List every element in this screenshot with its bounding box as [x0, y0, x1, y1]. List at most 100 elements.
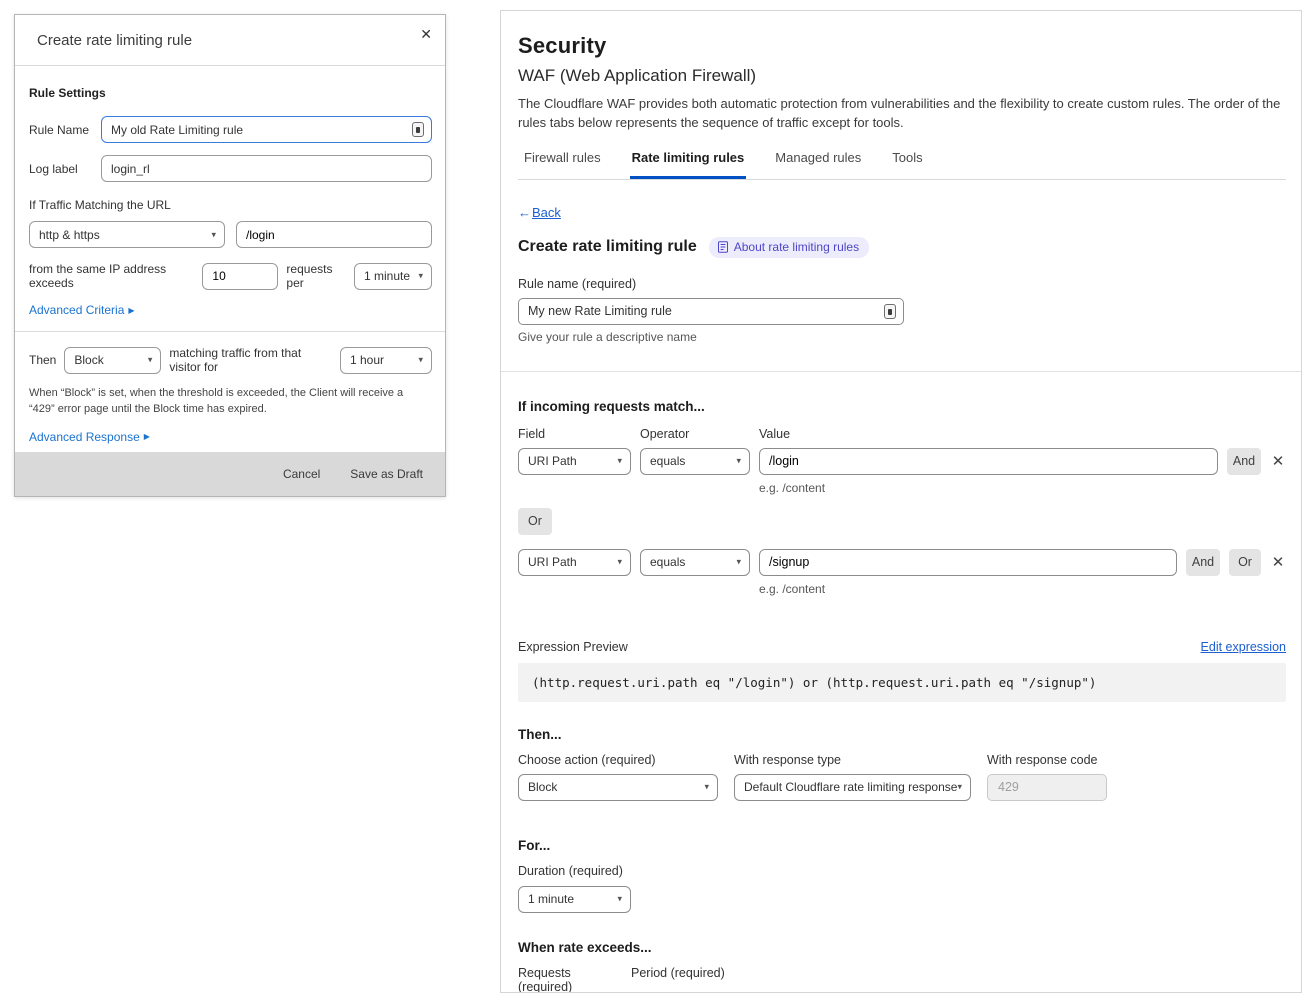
match-row-1: Field Operator Value URI Path ▾ equals ▾… — [518, 427, 1286, 495]
then-heading: Then... — [518, 727, 1286, 742]
field-column-label: Field — [518, 427, 631, 441]
remove-rule-icon[interactable]: ✕ — [1270, 454, 1286, 469]
ban-duration-select[interactable]: 1 hour ▾ — [340, 347, 432, 374]
back-link[interactable]: ←Back — [518, 205, 561, 220]
threshold-requests-input[interactable] — [202, 263, 278, 290]
operator-column-label: Operator — [640, 427, 750, 441]
log-label-input[interactable] — [101, 155, 432, 182]
value-helper: e.g. /content — [759, 481, 1218, 495]
choose-action-label: Choose action (required) — [518, 753, 718, 767]
scheme-select[interactable]: http & https ▾ — [29, 221, 225, 248]
choose-action-select[interactable]: Block ▾ — [518, 774, 718, 801]
edit-expression-link[interactable]: Edit expression — [1201, 640, 1286, 654]
rule-name-input[interactable] — [101, 116, 432, 143]
waf-tabs: Firewall rules Rate limiting rules Manag… — [518, 150, 1286, 180]
chevron-down-icon: ▾ — [704, 782, 709, 793]
and-button[interactable]: And — [1227, 448, 1261, 475]
threshold-row: from the same IP address exceeds request… — [29, 262, 432, 290]
response-type-select[interactable]: Default Cloudflare rate limiting respons… — [734, 774, 971, 801]
document-icon — [717, 241, 729, 253]
modal-header: Create rate limiting rule ✕ — [15, 15, 445, 66]
match-row-2: URI Path ▾ equals ▾ And Or ✕ e.g. /conte… — [518, 549, 1286, 596]
duration-label: Duration (required) — [518, 864, 1286, 878]
rule-name-block: Rule name (required) Give your rule a de… — [518, 277, 1286, 344]
rule-name-input[interactable] — [518, 298, 904, 325]
for-section: For... Duration (required) 1 minute ▾ — [518, 838, 1286, 913]
autofill-icon[interactable] — [884, 304, 896, 319]
then-label: Then — [29, 353, 56, 367]
then-section: Then... Choose action (required) Block ▾… — [518, 727, 1286, 801]
modal-title: Create rate limiting rule — [37, 32, 192, 49]
cancel-button[interactable]: Cancel — [283, 467, 320, 481]
operator-select[interactable]: equals ▾ — [640, 549, 750, 576]
threshold-middle-text: requests per — [286, 262, 346, 290]
create-rule-heading: Create rate limiting rule — [518, 238, 697, 256]
chevron-down-icon: ▾ — [148, 355, 153, 366]
log-label-row: Log label — [29, 155, 432, 182]
chevron-down-icon: ▾ — [736, 557, 741, 568]
close-icon[interactable]: ✕ — [420, 27, 432, 41]
requests-label: Requests (required) — [518, 966, 621, 993]
response-type-label: With response type — [734, 753, 971, 767]
expression-code: (http.request.uri.path eq "/login") or (… — [518, 663, 1286, 702]
security-waf-panel: Security WAF (Web Application Firewall) … — [500, 10, 1302, 993]
chevron-down-icon: ▾ — [617, 557, 622, 568]
expression-preview-label: Expression Preview — [518, 640, 628, 654]
operator-select[interactable]: equals ▾ — [640, 448, 750, 475]
traffic-match-row: http & https ▾ — [29, 221, 432, 248]
field-select[interactable]: URI Path ▾ — [518, 448, 631, 475]
chevron-down-icon: ▾ — [617, 894, 622, 905]
or-button[interactable]: Or — [518, 508, 552, 535]
expression-preview-section: Expression Preview Edit expression (http… — [518, 640, 1286, 702]
rule-name-helper: Give your rule a descriptive name — [518, 330, 1286, 344]
then-row: Then Block ▾ matching traffic from that … — [29, 346, 432, 374]
rule-name-label: Rule name (required) — [518, 277, 1286, 291]
or-button[interactable]: Or — [1229, 549, 1261, 576]
divider — [501, 371, 1301, 372]
url-pattern-input[interactable] — [236, 221, 432, 248]
value-input[interactable] — [759, 448, 1218, 475]
block-note-text: When “Block” is set, when the threshold … — [29, 386, 421, 418]
field-select[interactable]: URI Path ▾ — [518, 549, 631, 576]
threshold-period-select[interactable]: 1 minute ▾ — [354, 263, 432, 290]
chevron-down-icon: ▾ — [617, 456, 622, 467]
advanced-response-link[interactable]: Advanced Response ▶ — [29, 430, 150, 444]
match-heading: If incoming requests match... — [518, 399, 1286, 414]
traffic-match-label: If Traffic Matching the URL — [29, 198, 432, 212]
tab-managed-rules[interactable]: Managed rules — [773, 150, 863, 179]
save-as-draft-button[interactable]: Save as Draft — [350, 467, 423, 481]
chevron-down-icon: ▾ — [211, 229, 216, 240]
remove-rule-icon[interactable]: ✕ — [1270, 555, 1286, 570]
page-subtitle: WAF (Web Application Firewall) — [518, 66, 1286, 86]
and-button[interactable]: And — [1186, 549, 1220, 576]
triangle-right-icon: ▶ — [144, 432, 150, 441]
divider — [15, 331, 445, 332]
chevron-down-icon: ▾ — [957, 782, 962, 793]
duration-select[interactable]: 1 minute ▾ — [518, 886, 631, 913]
response-code-label: With response code — [987, 753, 1107, 767]
tab-firewall-rules[interactable]: Firewall rules — [522, 150, 603, 179]
advanced-criteria-link[interactable]: Advanced Criteria ▶ — [29, 303, 135, 317]
chevron-down-icon: ▾ — [418, 355, 423, 366]
autofill-icon[interactable] — [412, 122, 424, 137]
response-code-input: 429 — [987, 774, 1107, 801]
value-column-label: Value — [759, 427, 1286, 441]
rate-heading: When rate exceeds... — [518, 940, 1286, 955]
modal-footer: Cancel Save as Draft — [15, 452, 445, 496]
period-label: Period (required) — [631, 966, 738, 993]
screenshot-stage: Create rate limiting rule ✕ Rule Setting… — [0, 0, 1316, 1003]
value-input[interactable] — [759, 549, 1177, 576]
tab-rate-limiting-rules[interactable]: Rate limiting rules — [630, 150, 747, 179]
rate-section: When rate exceeds... Requests (required)… — [518, 940, 1286, 993]
about-rate-limiting-badge[interactable]: About rate limiting rules — [709, 237, 869, 258]
chevron-down-icon: ▾ — [736, 456, 741, 467]
log-label-label: Log label — [29, 162, 101, 176]
tab-tools[interactable]: Tools — [890, 150, 924, 179]
page-title: Security — [518, 33, 1286, 59]
action-select[interactable]: Block ▾ — [64, 347, 161, 374]
waf-description: The Cloudflare WAF provides both automat… — [518, 95, 1284, 133]
rule-settings-heading: Rule Settings — [29, 86, 432, 100]
rule-name-row: Rule Name — [29, 116, 432, 143]
triangle-right-icon: ▶ — [128, 306, 134, 315]
rule-name-label: Rule Name — [29, 123, 101, 137]
